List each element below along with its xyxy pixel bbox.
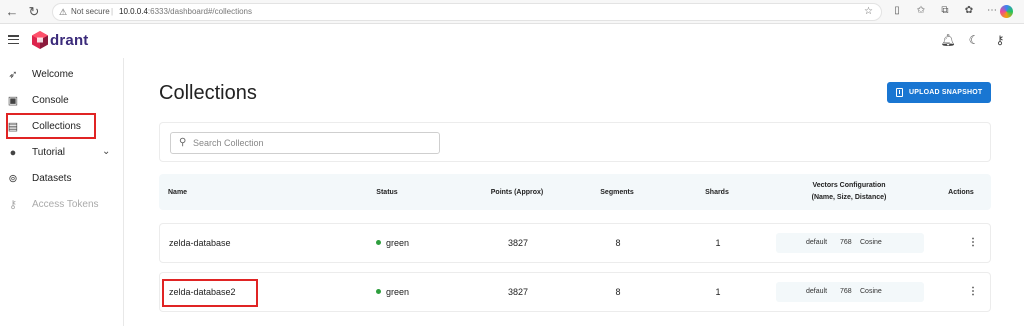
column-points: Points (Approx) [490,189,544,196]
collection-points: 3827 [507,238,529,248]
status-dot-icon [376,240,381,245]
column-vectors-line1: Vectors Configuration [812,182,886,189]
column-vectors: Vectors Configuration (Name, Size, Dista… [773,180,925,204]
sidebar-item-access-tokens: ⚷ Access Tokens [0,192,124,218]
lightbulb-icon: ● [9,147,17,159]
vectors-config: default 768 Cosine [776,233,924,253]
warning-icon: ⚠ [59,7,68,17]
more-icon[interactable]: ⋯ [985,4,999,18]
url-text: 10.0.0.4:6333/dashboard#/collections [119,7,252,16]
datasets-icon: ⊚ [8,173,18,185]
extension-icon[interactable]: ✿ [962,4,976,18]
copilot-icon[interactable] [1000,5,1013,18]
page-title: Collections [159,82,257,104]
upload-snapshot-button[interactable]: UPLOAD SNAPSHOT [887,82,991,103]
more-vertical-icon[interactable]: ⋮ [968,285,978,299]
rocket-icon: ➶ [8,69,18,81]
refresh-icon[interactable]: ↻ [26,4,42,20]
table-row[interactable]: zelda-database2 green 3827 8 1 default 7… [159,272,991,312]
collections-browser-icon[interactable]: ⧉ [938,4,952,18]
collection-shards: 1 [715,287,721,297]
column-segments: Segments [600,189,634,196]
sidebar-item-label: Tutorial [32,147,65,158]
sidebar-item-console[interactable]: ▣ Console [0,88,124,114]
address-separator: | [111,7,114,16]
chevron-down-icon[interactable]: ⌄ [102,146,110,157]
collection-status: green [376,287,409,297]
favorites-icon[interactable]: ✩ [914,4,928,18]
collection-segments: 8 [615,287,621,297]
address-bar[interactable]: ⚠ Not secure | 10.0.0.4:6333/dashboard#/… [52,3,882,21]
vector-distance: Cosine [860,288,882,295]
highlight-collections [6,113,96,139]
upload-snapshot-label: UPLOAD SNAPSHOT [909,89,983,96]
sidebar-item-label: Access Tokens [32,199,99,210]
sidebar-item-datasets[interactable]: ⊚ Datasets [0,166,124,192]
terminal-icon: ▣ [7,95,19,107]
dark-mode-icon[interactable]: ☾ [966,32,982,48]
collection-segments: 8 [615,238,621,248]
security-label: Not secure [71,7,110,16]
collection-shards: 1 [715,238,721,248]
sidebar-item-tutorial[interactable]: ● Tutorial ⌄ [0,140,124,166]
browser-toolbar: ← ↻ ⚠ Not secure | 10.0.0.4:6333/dashboa… [0,0,1024,24]
column-vectors-line2: (Name, Size, Distance) [811,194,887,201]
star-icon[interactable]: ☆ [864,4,873,20]
column-name: Name [168,189,188,196]
table-header: Name Status Points (Approx) Segments Sha… [159,174,991,210]
search-input[interactable]: ⚲ Search Collection [170,132,440,154]
search-placeholder: Search Collection [193,138,264,148]
column-actions: Actions [948,189,974,196]
vectors-config: default 768 Cosine [776,282,924,302]
status-dot-icon [376,289,381,294]
vector-name: default [806,239,828,246]
key-icon: ⚷ [8,199,18,211]
vector-size: 768 [840,288,852,295]
collection-status: green [376,238,409,248]
search-icon: ⚲ [179,137,187,148]
highlight-zelda-database2 [162,279,258,307]
more-vertical-icon[interactable]: ⋮ [968,236,978,250]
sidebar-item-welcome[interactable]: ➶ Welcome [0,62,124,88]
table-row[interactable]: zelda-database green 3827 8 1 default 76… [159,223,991,263]
sidebar-item-label: Datasets [32,173,72,184]
column-shards: Shards [705,189,729,196]
vector-name: default [806,288,828,295]
vector-distance: Cosine [860,239,882,246]
collection-name[interactable]: zelda-database [169,238,231,248]
vector-size: 768 [840,239,852,246]
app-header: drant 🔔︎ ☾ ⚷ [0,24,1024,58]
bell-icon[interactable]: 🔔︎ [940,32,956,48]
split-view-icon[interactable]: ▯ [890,4,904,18]
search-card: ⚲ Search Collection [159,122,991,162]
qdrant-logo-icon [32,31,48,49]
upload-icon [896,88,903,97]
collection-points: 3827 [507,287,529,297]
key-icon[interactable]: ⚷ [992,32,1008,48]
logo-text: drant [50,32,89,49]
column-status: Status [376,189,398,196]
sidebar-item-label: Welcome [32,69,74,80]
back-icon[interactable]: ← [4,4,20,20]
menu-icon[interactable] [8,35,19,45]
sidebar: ➶ Welcome ▣ Console ▤ Collections ● Tuto… [0,58,124,326]
sidebar-item-label: Console [32,95,69,106]
